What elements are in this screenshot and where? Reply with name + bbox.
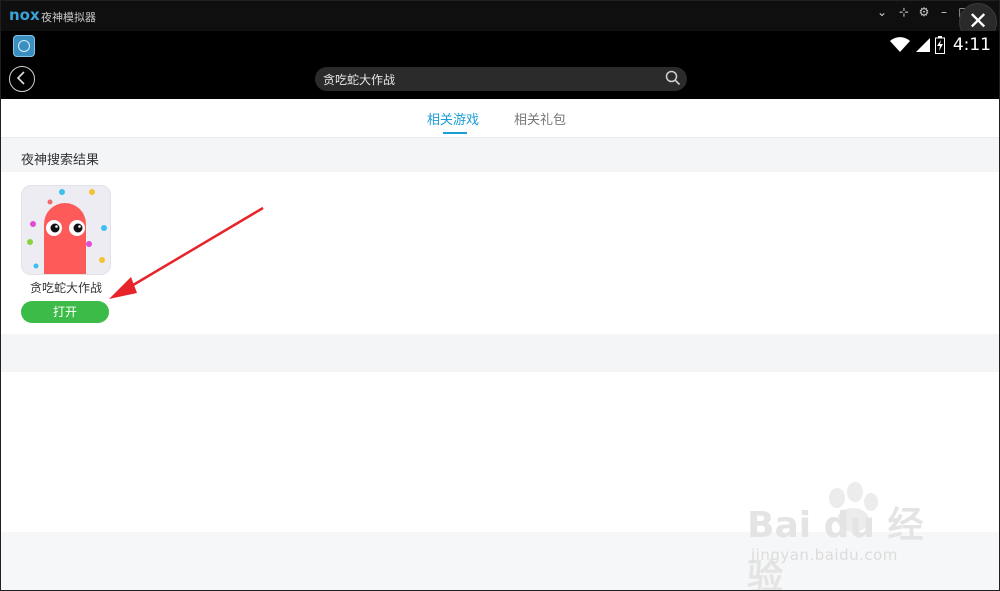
baidu-watermark: Bai du 经验 jingyan.baidu.com (747, 482, 947, 590)
watermark-logo: Bai du 经验 (747, 505, 924, 591)
emulator-window: nox 夜神模拟器 ⌄ ⊹ ⚙ – □ ✕ 4:11 (0, 0, 1000, 591)
watermark-url: jingyan.baidu.com (751, 546, 898, 564)
